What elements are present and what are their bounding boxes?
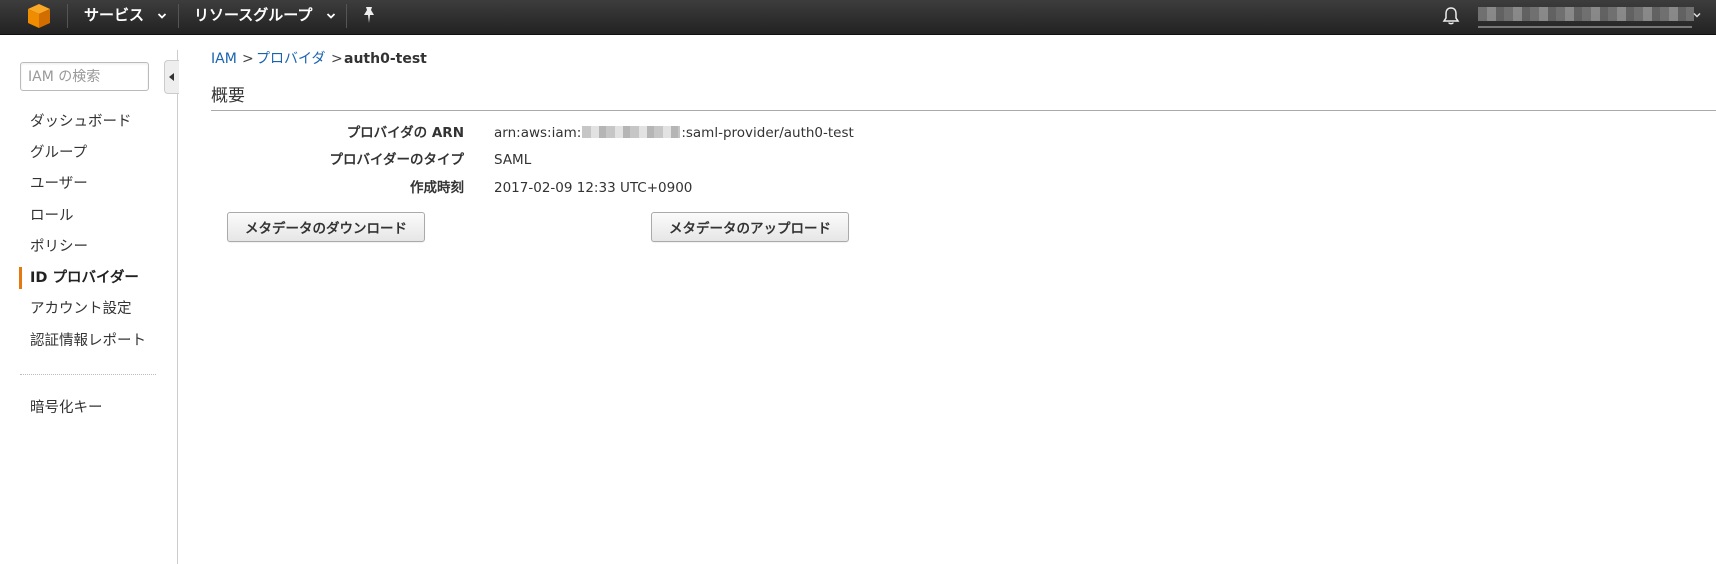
services-menu-label: サービス: [84, 6, 145, 24]
top-navigation-bar: サービス リソースグループ: [0, 0, 1716, 35]
chevron-down-icon[interactable]: [1693, 11, 1701, 19]
creation-time-label: 作成時刻: [410, 180, 464, 196]
provider-type-value: SAML: [494, 152, 532, 168]
upload-metadata-button[interactable]: メタデータのアップロード: [651, 212, 849, 242]
caret-left-icon: [169, 73, 174, 81]
pin-icon[interactable]: [361, 6, 377, 24]
collapse-sidebar-button[interactable]: [164, 60, 179, 94]
sidebar-item-policies[interactable]: ポリシー: [30, 236, 88, 258]
chevron-down-icon: [326, 12, 335, 19]
sidebar-item-users[interactable]: ユーザー: [30, 173, 88, 195]
resource-groups-menu[interactable]: リソースグループ: [194, 0, 336, 34]
sidebar-item-account-settings[interactable]: アカウント設定: [30, 298, 132, 320]
breadcrumb-current: auth0-test: [344, 51, 427, 67]
nav-divider: [67, 4, 68, 28]
sidebar-item-roles[interactable]: ロール: [30, 205, 74, 227]
sidebar-item-credential-report[interactable]: 認証情報レポート: [30, 330, 146, 352]
arn-value-suffix: :saml-provider/auth0-test: [681, 125, 854, 141]
breadcrumb-providers[interactable]: プロバイダ: [256, 49, 325, 69]
section-divider: [211, 110, 1716, 111]
breadcrumb-separator: >: [242, 51, 254, 67]
aws-cube-icon[interactable]: [27, 3, 51, 29]
redacted-account-id: [582, 126, 681, 138]
sidebar-item-groups[interactable]: グループ: [30, 142, 87, 164]
sidebar-divider: [20, 374, 156, 375]
arn-value: arn:aws:iam: :saml-provider/auth0-test: [494, 123, 854, 143]
active-item-indicator: [19, 267, 22, 289]
section-title: 概要: [211, 86, 245, 106]
download-metadata-button[interactable]: メタデータのダウンロード: [227, 212, 425, 242]
sidebar-border: [177, 50, 178, 564]
account-underline: [1478, 26, 1692, 28]
bell-icon[interactable]: [1442, 6, 1460, 26]
chevron-down-icon: [158, 12, 167, 19]
resource-groups-menu-label: リソースグループ: [194, 6, 313, 24]
creation-time-value: 2017-02-09 12:33 UTC+0900: [494, 180, 693, 196]
nav-divider: [178, 4, 179, 28]
sidebar-item-identity-providers[interactable]: ID プロバイダー: [30, 267, 139, 289]
iam-search-input[interactable]: [20, 62, 149, 91]
sidebar-item-dashboard[interactable]: ダッシュボード: [30, 111, 132, 133]
services-menu[interactable]: サービス: [84, 0, 167, 34]
provider-type-label: プロバイダーのタイプ: [329, 152, 464, 168]
breadcrumb-separator: >: [331, 51, 343, 67]
arn-label: プロバイダの ARN: [346, 125, 464, 141]
nav-divider: [346, 4, 347, 28]
breadcrumb-iam[interactable]: IAM: [211, 49, 237, 69]
arn-value-prefix: arn:aws:iam:: [494, 125, 582, 141]
sidebar-item-encryption-keys[interactable]: 暗号化キー: [30, 397, 103, 419]
account-menu[interactable]: [1478, 7, 1694, 21]
